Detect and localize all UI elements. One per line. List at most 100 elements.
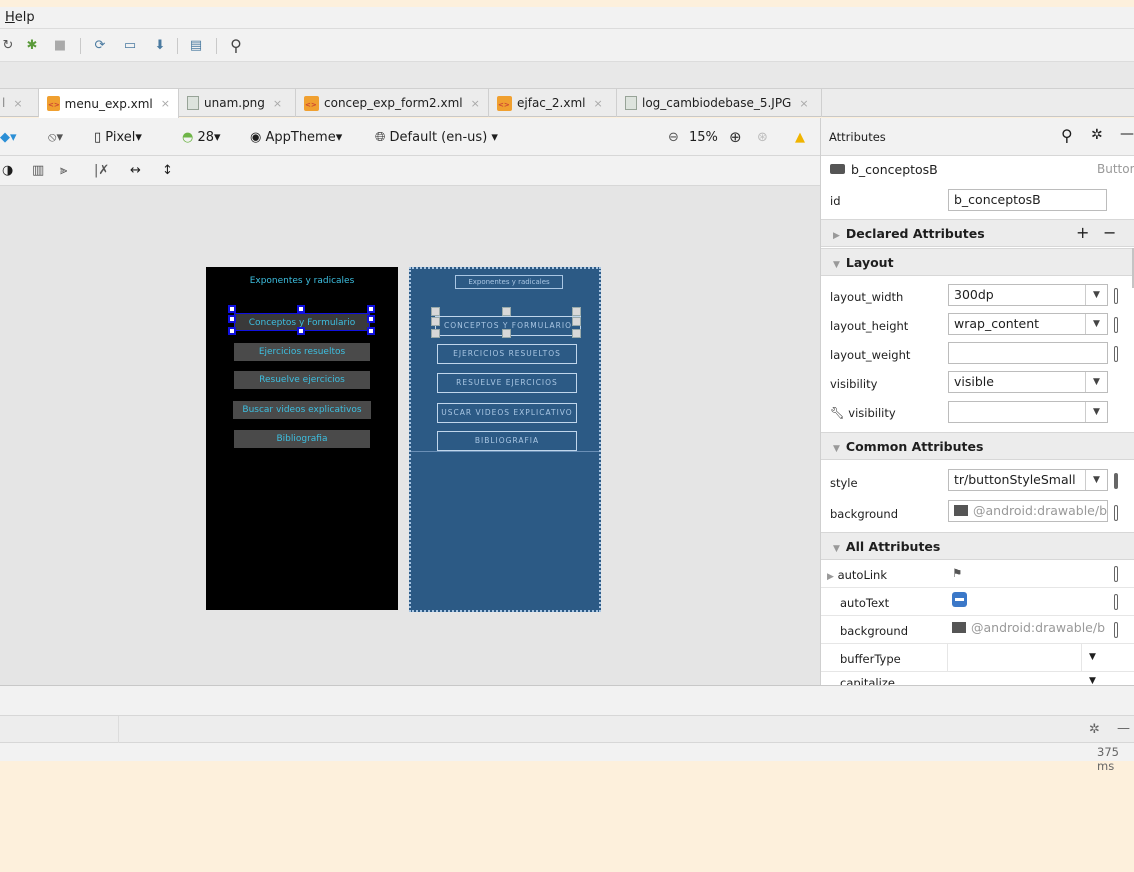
pin-icon[interactable] <box>1114 505 1118 521</box>
style-field[interactable]: tr/buttonStyleSmall ▼ <box>948 469 1108 491</box>
preview-button-resuelve[interactable]: Resuelve ejercicios <box>234 371 370 389</box>
stop-icon[interactable]: ■ <box>52 38 68 54</box>
background-field[interactable]: @android:drawable/b <box>948 500 1108 522</box>
splitter[interactable] <box>0 685 1134 693</box>
id-field[interactable]: b_conceptosB <box>948 189 1107 211</box>
flag-icon[interactable]: ⚑ <box>952 566 962 580</box>
chevron-down-icon[interactable]: ▼ <box>1085 285 1107 305</box>
all-attributes-section[interactable]: ▼ All Attributes <box>821 532 1134 560</box>
pin-icon[interactable] <box>1114 566 1118 582</box>
design-preview[interactable]: Exponentes y radicales Conceptos y Formu… <box>206 267 398 610</box>
chevron-down-icon[interactable]: ▼ <box>1089 652 1096 662</box>
tools-visibility-field[interactable]: ▼ <box>948 401 1108 423</box>
zoom-out-icon[interactable]: ⊖ <box>668 130 679 145</box>
blueprint-button-bibliografia[interactable]: BIBLIOGRAFIA <box>437 431 577 451</box>
blueprint-button-ejercicios[interactable]: EJERCICIOS RESUELTOS <box>437 344 577 364</box>
device-selector[interactable]: ▯ Pixel▾ <box>94 130 142 145</box>
close-icon[interactable]: × <box>799 97 808 110</box>
resize-handle[interactable] <box>431 317 440 326</box>
tab-unam[interactable]: unam.png × <box>179 89 296 117</box>
close-icon[interactable]: × <box>593 97 602 110</box>
preview-button-bibliografia[interactable]: Bibliografia <box>234 430 370 448</box>
pin-icon[interactable] <box>1114 288 1118 304</box>
resize-handle[interactable] <box>228 315 236 323</box>
search-icon[interactable]: ⚲ <box>1061 126 1073 145</box>
resize-handle[interactable] <box>297 327 305 335</box>
api-selector[interactable]: ◓ 28▾ <box>182 130 221 145</box>
resize-handle[interactable] <box>367 315 375 323</box>
pin-icon[interactable] <box>1114 622 1118 638</box>
expand-vertical-icon[interactable]: ↕ <box>162 163 173 178</box>
blueprint-preview[interactable]: Exponentes y radicales CONCEPTOS Y FORMU… <box>409 267 601 612</box>
sync-icon[interactable]: ⟳ <box>92 38 108 54</box>
layout-section[interactable]: ▼ Layout <box>821 248 1134 276</box>
close-icon[interactable]: × <box>13 97 22 110</box>
gear-icon[interactable]: ✲ <box>1089 722 1100 737</box>
minimize-icon[interactable]: — <box>1120 126 1134 142</box>
background2-value-wrap[interactable]: @android:drawable/b <box>952 620 1105 635</box>
resize-handle[interactable] <box>502 329 511 338</box>
layout-weight-field[interactable] <box>948 342 1108 364</box>
rerun-icon[interactable]: ↻ <box>0 38 16 54</box>
columns-icon[interactable]: ▥ <box>32 163 44 178</box>
pin-icon[interactable] <box>1114 346 1118 362</box>
close-icon[interactable]: × <box>471 97 480 110</box>
preview-button-ejercicios[interactable]: Ejercicios resueltos <box>234 343 370 361</box>
declared-attributes-section[interactable]: ▶ Declared Attributes + − <box>821 219 1134 247</box>
tab-ejfac-2[interactable]: ejfac_2.xml × <box>489 89 617 117</box>
gear-icon[interactable]: ✲ <box>1091 127 1103 143</box>
autoconnect-icon[interactable]: ⫸ <box>60 163 67 178</box>
preview-button-videos[interactable]: Buscar videos explicativos <box>233 401 371 419</box>
orientation-icon[interactable]: ⦸▾ <box>48 130 63 145</box>
resize-handle[interactable] <box>431 329 440 338</box>
chevron-down-icon[interactable]: ▼ <box>1085 314 1107 334</box>
design-mode-icon[interactable]: ◆▾ <box>0 130 17 145</box>
layout-height-field[interactable]: wrap_content ▼ <box>948 313 1108 335</box>
resize-handle[interactable] <box>502 307 511 316</box>
sdk-icon[interactable]: ⬇ <box>152 38 168 54</box>
blueprint-button-videos[interactable]: USCAR VIDEOS EXPLICATIVO <box>437 403 577 423</box>
chevron-down-icon[interactable]: ▼ <box>1085 470 1107 490</box>
resize-handle[interactable] <box>572 307 581 316</box>
resize-handle[interactable] <box>367 327 375 335</box>
chevron-down-icon[interactable]: ▼ <box>1085 372 1107 392</box>
tab-log-cambiodebase[interactable]: log_cambiodebase_5.JPG × <box>617 89 822 117</box>
avd-icon[interactable]: ▭ <box>122 38 138 54</box>
layout-width-field[interactable]: 300dp ▼ <box>948 284 1108 306</box>
eye-icon[interactable]: ◑ <box>2 163 13 178</box>
resize-handle[interactable] <box>297 305 305 313</box>
warning-icon[interactable]: ▲ <box>795 130 805 145</box>
close-icon[interactable]: × <box>161 97 170 110</box>
resize-handle[interactable] <box>572 329 581 338</box>
project-icon[interactable]: ▤ <box>188 38 204 54</box>
tab-partial[interactable]: l × <box>0 89 39 117</box>
minimize-icon[interactable]: — <box>1117 721 1130 736</box>
remove-icon[interactable]: − <box>1103 223 1116 242</box>
tab-concep-exp-form2[interactable]: concep_exp_form2.xml × <box>296 89 489 117</box>
locale-selector[interactable]: 🌐︎ Default (en-us) ▾ <box>375 130 498 145</box>
checkbox-indeterminate-icon[interactable] <box>952 592 967 607</box>
resize-handle[interactable] <box>572 317 581 326</box>
expand-horizontal-icon[interactable]: ↔ <box>130 163 141 178</box>
pin-icon[interactable] <box>1114 473 1118 489</box>
resize-handle[interactable] <box>228 305 236 313</box>
add-icon[interactable]: + <box>1076 223 1089 242</box>
visibility-field[interactable]: visible ▼ <box>948 371 1108 393</box>
pin-icon[interactable] <box>1114 317 1118 333</box>
resize-handle[interactable] <box>431 307 440 316</box>
tab-menu-exp[interactable]: menu_exp.xml × <box>39 89 179 118</box>
close-icon[interactable]: × <box>273 97 282 110</box>
search-icon[interactable]: ⚲ <box>228 38 244 54</box>
blueprint-button-resuelve[interactable]: RESUELVE EJERCICIOS <box>437 373 577 393</box>
chevron-down-icon[interactable]: ▼ <box>1085 402 1107 422</box>
debug-icon[interactable]: ✱ <box>24 38 40 54</box>
pin-icon[interactable] <box>1114 594 1118 610</box>
common-attributes-section[interactable]: ▼ Common Attributes <box>821 432 1134 460</box>
chevron-down-icon[interactable]: ▼ <box>1089 676 1096 685</box>
zoom-fit-icon[interactable]: ⊛ <box>757 130 768 145</box>
resize-handle[interactable] <box>228 327 236 335</box>
zoom-in-icon[interactable]: ⊕ <box>729 128 742 146</box>
clear-constraints-icon[interactable]: |✗ <box>94 163 109 178</box>
theme-selector[interactable]: ◉ AppTheme▾ <box>250 130 342 145</box>
menu-help[interactable]: Help <box>5 10 35 25</box>
